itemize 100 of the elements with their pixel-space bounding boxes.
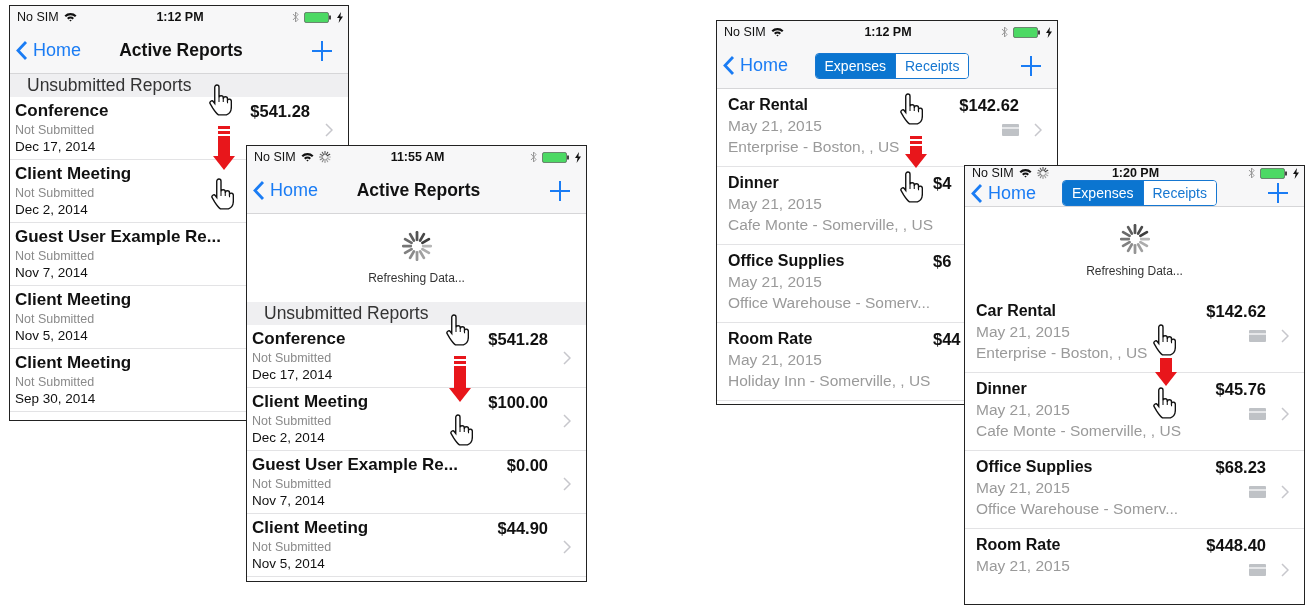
back-chevron-icon xyxy=(253,180,265,201)
battery-icon xyxy=(542,151,570,163)
expense-date: May 21, 2015 xyxy=(728,116,822,136)
expense-amount: $6 xyxy=(933,251,952,272)
report-title: Client Meeting xyxy=(252,517,369,539)
report-amount: $541.28 xyxy=(488,329,548,350)
back-chevron-icon xyxy=(16,40,28,61)
add-button[interactable] xyxy=(1268,183,1288,203)
expense-title: Dinner xyxy=(976,379,1027,399)
down-arrow-icon xyxy=(449,356,471,402)
battery-icon xyxy=(1013,26,1041,38)
back-button[interactable]: Home xyxy=(723,55,788,76)
report-date: Sep 30, 2014 xyxy=(15,390,96,407)
refresh-label: Refreshing Data... xyxy=(1086,264,1183,278)
down-arrow-icon xyxy=(213,126,235,170)
bluetooth-icon xyxy=(292,11,299,23)
pointing-hand-icon xyxy=(1150,387,1176,420)
chevron-right-icon[interactable] xyxy=(325,122,333,137)
expense-title: Office Supplies xyxy=(728,251,845,271)
report-title: Conference xyxy=(252,328,346,350)
report-status: Not Submitted xyxy=(15,311,95,327)
down-arrow-icon xyxy=(905,136,927,168)
back-button[interactable]: Home xyxy=(253,180,318,201)
loading-spinner-icon xyxy=(1119,224,1150,254)
expense-title: Dinner xyxy=(728,173,779,193)
report-date: Dec 17, 2014 xyxy=(252,366,333,383)
expense-vendor: Office Warehouse - Somerv... xyxy=(976,499,1179,519)
wifi-icon xyxy=(770,27,784,37)
chevron-right-icon[interactable] xyxy=(563,539,571,554)
report-status: Not Submitted xyxy=(15,185,95,201)
back-button[interactable]: Home xyxy=(16,40,81,61)
charging-bolt-icon xyxy=(1046,26,1052,38)
segment-tab[interactable]: Receipts xyxy=(895,53,969,78)
chevron-right-icon[interactable] xyxy=(1281,407,1289,421)
battery-icon xyxy=(304,11,332,23)
back-button[interactable]: Home xyxy=(971,182,1036,204)
report-status: Not Submitted xyxy=(15,248,95,264)
report-status: Not Submitted xyxy=(252,476,332,492)
add-button[interactable] xyxy=(550,180,570,201)
chevron-right-icon[interactable] xyxy=(563,413,571,428)
report-date: Dec 2, 2014 xyxy=(15,201,88,218)
segment-tab[interactable]: Receipts xyxy=(1142,181,1216,205)
expense-date: May 21, 2015 xyxy=(728,194,822,214)
add-button[interactable] xyxy=(312,40,332,61)
add-icon xyxy=(550,180,570,201)
expense-amount: $4 xyxy=(933,173,952,194)
charging-bolt-icon xyxy=(575,151,581,163)
expense-title: Room Rate xyxy=(728,329,813,349)
expense-date: May 21, 2015 xyxy=(976,400,1070,420)
battery-icon xyxy=(1260,167,1288,179)
add-icon xyxy=(1021,55,1041,76)
charging-bolt-icon xyxy=(337,11,343,23)
status-time: 1:20 PM xyxy=(1111,166,1160,180)
segment-tab[interactable]: Expenses xyxy=(1063,181,1143,205)
chevron-right-icon[interactable] xyxy=(1281,329,1289,343)
report-status: Not Submitted xyxy=(252,413,332,429)
report-date: Dec 2, 2014 xyxy=(252,429,325,446)
expense-amount: $142.62 xyxy=(1206,301,1266,322)
bluetooth-icon xyxy=(1248,167,1255,179)
report-status: Not Submitted xyxy=(252,350,332,366)
report-title: Guest User Example Re... xyxy=(15,226,221,248)
card-icon xyxy=(1002,124,1019,136)
expense-vendor: Cafe Monte - Somerville, , US xyxy=(728,215,933,235)
report-status: Not Submitted xyxy=(252,539,332,555)
bluetooth-icon xyxy=(530,151,537,163)
pointing-hand-icon xyxy=(897,93,923,126)
report-amount: $541.28 xyxy=(250,101,310,122)
chevron-right-icon[interactable] xyxy=(563,350,571,365)
report-status: Not Submitted xyxy=(15,374,95,390)
add-icon xyxy=(312,40,332,61)
card-icon xyxy=(1249,330,1266,342)
report-title: Client Meeting xyxy=(252,391,369,413)
down-arrow-icon xyxy=(1155,358,1177,386)
carrier-label: No SIM xyxy=(972,166,1014,180)
chevron-right-icon[interactable] xyxy=(1034,123,1042,137)
section-header: Unsubmitted Reports xyxy=(247,302,586,325)
pointing-hand-icon xyxy=(1150,324,1176,357)
section-header: Unsubmitted Reports xyxy=(10,74,348,97)
expense-title: Office Supplies xyxy=(976,457,1093,477)
expense-amount: $44 xyxy=(933,329,961,350)
add-button[interactable] xyxy=(1021,55,1041,76)
report-amount: $100.00 xyxy=(488,392,548,413)
report-date: Nov 5, 2014 xyxy=(252,555,325,572)
screen-title: Active Reports xyxy=(355,180,481,201)
report-date: Dec 17, 2014 xyxy=(15,138,96,155)
expense-vendor: Office Warehouse - Somerv... xyxy=(728,293,931,313)
expense-title: Car Rental xyxy=(976,301,1057,321)
pointing-hand-icon xyxy=(447,414,473,447)
report-date: Nov 5, 2014 xyxy=(15,327,88,344)
chevron-right-icon[interactable] xyxy=(563,476,571,491)
expense-vendor: Enterprise - Boston, , US xyxy=(976,343,1148,363)
wifi-icon xyxy=(1018,168,1032,178)
chevron-right-icon[interactable] xyxy=(1281,485,1289,499)
pointing-hand-icon xyxy=(897,171,923,204)
segment-tab[interactable]: Expenses xyxy=(815,53,895,78)
report-title: Client Meeting xyxy=(15,289,132,311)
chevron-right-icon[interactable] xyxy=(1281,563,1289,577)
report-title: Conference xyxy=(15,100,109,122)
report-title: Guest User Example Re... xyxy=(252,454,458,476)
status-time: 11:55 AM xyxy=(390,150,445,164)
